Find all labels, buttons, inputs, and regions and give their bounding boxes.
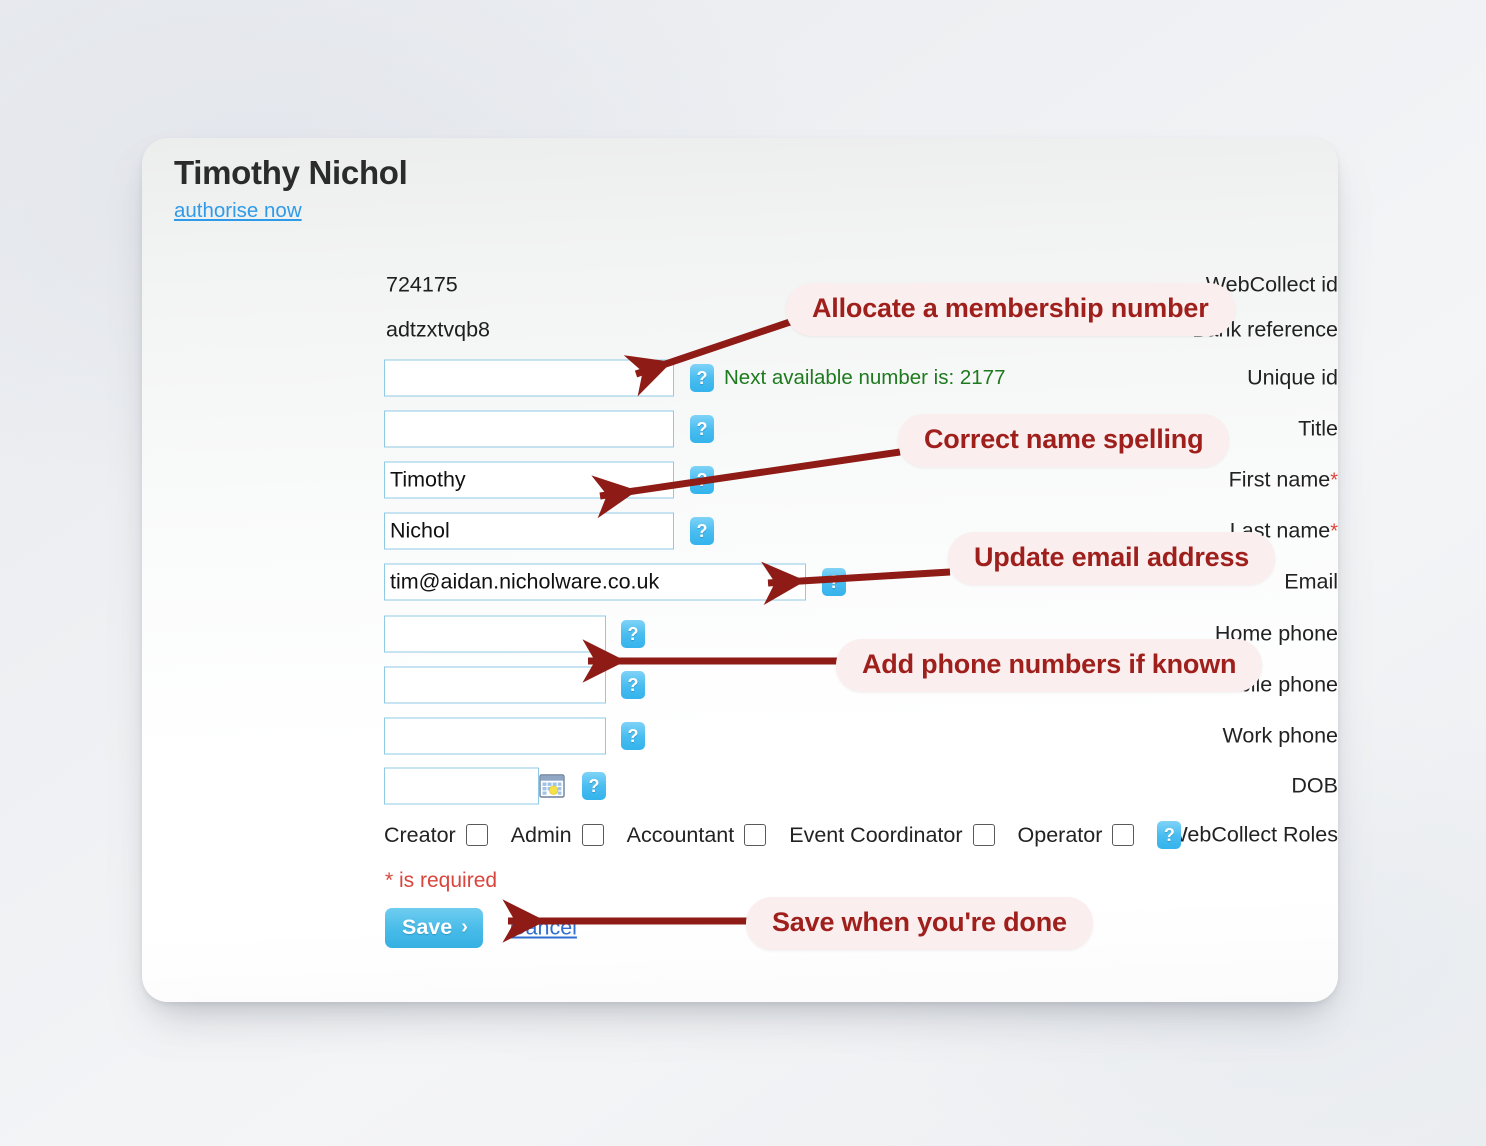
label-dob: DOB — [1291, 773, 1338, 798]
save-button[interactable]: Save › — [385, 908, 483, 948]
required-note: * is required — [385, 869, 498, 892]
next-available-number-hint: Next available number is: 2177 — [724, 366, 1006, 389]
last-name-input[interactable] — [384, 512, 674, 550]
required-marker-first-name: * — [1330, 469, 1338, 492]
role-event-coordinator: Event Coordinator — [789, 822, 995, 848]
role-admin: Admin — [511, 823, 604, 848]
label-title: Title — [1298, 416, 1338, 441]
title-input[interactable] — [384, 410, 674, 448]
save-button-label: Save — [402, 915, 453, 939]
role-checkbox-creator[interactable] — [465, 824, 488, 846]
label-unique-id: Unique id — [1247, 365, 1338, 390]
first-name-input[interactable] — [384, 461, 674, 499]
role-label-accountant: Accountant — [626, 822, 735, 847]
help-icon-first-name[interactable]: ? — [690, 466, 714, 494]
label-last-name: Last name* — [1108, 519, 1338, 544]
value-bank-reference: adtzxtvqb8 — [386, 317, 490, 342]
help-icon-last-name[interactable]: ? — [690, 517, 714, 545]
role-creator: Creator — [384, 823, 488, 848]
roles-checkbox-group: Creator Admin Accountant Event Coordinat… — [384, 821, 1182, 849]
help-icon-home-phone[interactable]: ? — [621, 620, 645, 648]
role-accountant: Accountant — [627, 823, 767, 848]
value-webcollect-id: 724175 — [386, 272, 458, 297]
help-icon-title[interactable]: ? — [690, 415, 714, 443]
help-icon-work-phone[interactable]: ? — [621, 722, 645, 750]
email-input[interactable] — [384, 563, 806, 601]
label-work-phone: Work phone — [1222, 723, 1338, 748]
page-title: Timothy Nichol — [174, 154, 408, 191]
label-first-name: First name* — [1108, 468, 1338, 493]
help-icon-mobile-phone[interactable]: ? — [621, 671, 645, 699]
cancel-link[interactable]: Cancel — [510, 916, 577, 941]
label-webcollect-id: WebCollect id — [1205, 272, 1338, 297]
calendar-icon[interactable] — [539, 773, 565, 799]
role-operator: Operator — [1018, 823, 1135, 848]
role-label-admin: Admin — [510, 822, 572, 847]
help-icon-roles[interactable]: ? — [1157, 821, 1182, 849]
mobile-phone-input[interactable] — [384, 666, 606, 704]
role-checkbox-event-coordinator[interactable] — [972, 824, 995, 846]
label-mobile-phone: Mobile phone — [1208, 672, 1338, 697]
label-home-phone: Home phone — [1214, 621, 1338, 646]
label-email: Email — [1284, 569, 1338, 594]
required-marker-last-name: * — [1330, 520, 1338, 543]
role-label-operator: Operator — [1017, 822, 1103, 847]
unique-id-input[interactable] — [384, 359, 674, 397]
role-checkbox-accountant[interactable] — [744, 824, 767, 846]
authorise-now-link[interactable]: authorise now — [174, 199, 302, 223]
role-checkbox-admin[interactable] — [581, 824, 604, 846]
dob-input[interactable] — [384, 767, 539, 805]
chevron-right-icon: › — [461, 916, 468, 938]
label-bank-reference: Bank reference — [1192, 317, 1338, 342]
role-label-creator: Creator — [384, 822, 456, 847]
role-checkbox-operator[interactable] — [1112, 824, 1135, 846]
role-label-event-coordinator: Event Coordinator — [789, 822, 963, 847]
member-edit-card: Timothy Nichol authorise now WebCollect … — [142, 138, 1338, 1002]
home-phone-input[interactable] — [384, 615, 606, 653]
label-first-name-text: First name — [1228, 467, 1331, 492]
work-phone-input[interactable] — [384, 717, 606, 755]
help-icon-email[interactable]: ? — [822, 568, 846, 596]
help-icon-unique-id[interactable]: ? — [690, 364, 714, 392]
help-icon-dob[interactable]: ? — [582, 772, 606, 800]
label-last-name-text: Last name — [1229, 518, 1331, 543]
